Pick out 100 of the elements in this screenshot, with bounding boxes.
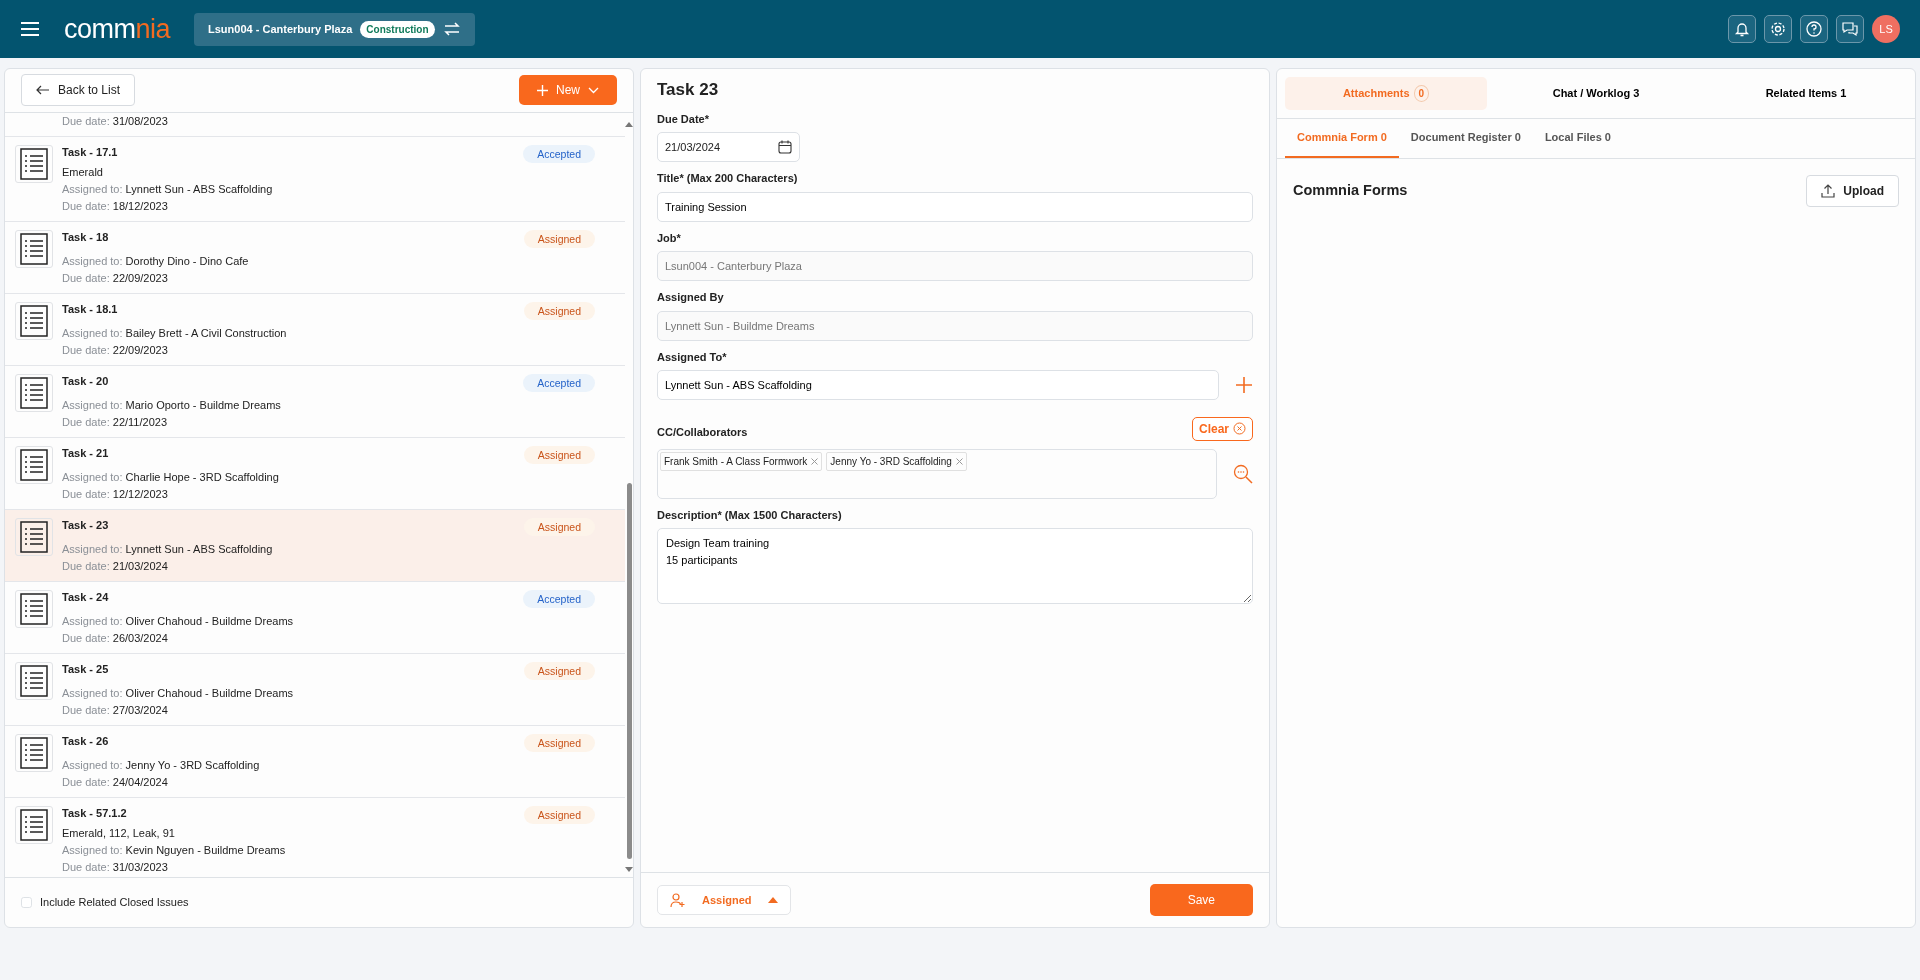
task-title: Task - 25: [62, 661, 110, 677]
task-title: Task - 17.1: [62, 144, 119, 160]
task-title: Task - 26: [62, 733, 110, 749]
assigned-to-field[interactable]: Lynnett Sun - ABS Scaffolding: [657, 370, 1219, 400]
menu-icon[interactable]: [20, 21, 40, 37]
task-item[interactable]: Task - 20 Assigned to: Mario Oporto - Buildme Dreams Due date: 22/11/2023 Accepted: [5, 365, 625, 438]
field-label: Job*: [657, 230, 682, 246]
bell-icon[interactable]: [1733, 20, 1751, 38]
task-item[interactable]: Task - 21 Assigned to: Charlie Hope - 3RD Scaffolding Due date: 12/12/2023 Assigned: [5, 437, 625, 510]
due-date: Due date: 22/09/2023: [62, 342, 169, 358]
due-date: Due date: 21/03/2024: [62, 558, 169, 574]
chat-icon[interactable]: [1841, 20, 1859, 38]
section-heading: Commnia Forms: [1293, 180, 1408, 200]
back-button[interactable]: Back to List: [21, 74, 136, 107]
status-label: Assigned: [523, 805, 595, 824]
job-tag: Construction: [360, 20, 435, 38]
status-label: Assigned: [523, 733, 595, 752]
settings-icon[interactable]: [1769, 20, 1787, 38]
due-date: Due date: 27/03/2024: [62, 702, 169, 718]
task-item[interactable]: Task - 25 Assigned to: Oliver Chahoud - Buildme Dreams Due date: 27/03/2024 Assigned: [5, 653, 625, 726]
assigned-to: Assigned to: Lynnett Sun - ABS Scaffolding: [62, 181, 274, 197]
task-title: Task - 21: [62, 445, 110, 461]
logo: commnia: [64, 15, 171, 43]
tab[interactable]: Related Items 1: [1705, 77, 1907, 110]
status-label: Accepted: [523, 373, 595, 392]
description-field[interactable]: Design Team training 15 participants: [657, 528, 1253, 604]
remove-icon[interactable]: [955, 457, 963, 465]
help-icon[interactable]: [1805, 20, 1823, 38]
subtab[interactable]: Document Register 0: [1398, 119, 1533, 158]
task-item[interactable]: Due date: 31/08/2023: [5, 112, 625, 137]
add-icon[interactable]: [1235, 376, 1253, 394]
arrow-left-icon: [36, 85, 50, 96]
assigned-to: Assigned to: Charlie Hope - 3RD Scaffolding: [62, 469, 280, 485]
task-item[interactable]: Task - 24 Assigned to: Oliver Chahoud - Buildme Dreams Due date: 26/03/2024 Accepted: [5, 581, 625, 654]
remove-icon[interactable]: [811, 457, 819, 465]
task-title: Task - 57.1.2: [62, 805, 128, 821]
document-list-icon: [20, 448, 48, 481]
document-list-icon: [20, 520, 48, 553]
chevron-down-icon: [588, 86, 599, 94]
assigned-to: Assigned to: Kevin Nguyen - Buildme Dreams: [62, 842, 287, 858]
task-item[interactable]: Task - 23 Assigned to: Lynnett Sun - ABS Scaffolding Due date: 21/03/2024 Assigned: [5, 509, 625, 582]
task-title: Task - 23: [62, 517, 110, 533]
collaborator-tag[interactable]: Jenny Yo - 3RD Scaffolding: [826, 451, 967, 471]
date-field[interactable]: 21/03/2024: [657, 132, 800, 162]
job-selector[interactable]: Lsun004 - Canterbury Plaza Construction: [194, 12, 475, 46]
document-list-icon: [20, 304, 48, 337]
assigned-to: Assigned to: Lynnett Sun - ABS Scaffolding: [62, 541, 274, 557]
task-title: Task - 24: [62, 589, 110, 605]
due-date: Due date: 31/08/2023: [62, 113, 168, 129]
due-date: Due date: 22/09/2023: [62, 270, 169, 286]
due-date: Due date: 31/03/2023: [62, 859, 169, 875]
task-item[interactable]: Task - 18 Assigned to: Dorothy Dino - Dino Cafe Due date: 22/09/2023 Assigned: [5, 221, 625, 294]
document-list-icon: [20, 664, 48, 697]
status-label: Accepted: [523, 144, 595, 163]
checkbox-label: Include Related Closed Issues: [40, 895, 189, 911]
document-list-icon: [20, 736, 48, 769]
task-item[interactable]: Task - 57.1.2 Emerald, 112, Leak, 91 Assigned to: Kevin Nguyen - Buildme Dreams Due date: 31/03/2023 Assigned: [5, 797, 625, 878]
caret-up-icon: [767, 897, 778, 903]
field-label: CC/Collaborators: [657, 425, 748, 440]
assigned-to: Assigned to: Oliver Chahoud - Buildme Dreams: [62, 613, 295, 629]
user-add-icon: [670, 892, 686, 908]
due-date: Due date: 18/12/2023: [62, 198, 169, 214]
document-list-icon: [20, 147, 48, 180]
due-date: Due date: 22/11/2023: [62, 414, 168, 430]
field-label: Assigned To*: [657, 349, 728, 365]
document-list-icon: [20, 232, 48, 265]
plus-icon: [537, 84, 548, 96]
subtab[interactable]: Local Files 0: [1532, 119, 1623, 158]
clear-circle-icon: [1233, 422, 1246, 435]
upload-button[interactable]: Upload: [1806, 174, 1899, 207]
status-label: Assigned: [523, 517, 595, 536]
assigned-to: Assigned to: Dorothy Dino - Dino Cafe: [62, 253, 250, 269]
due-date: Due date: 24/04/2024: [62, 774, 169, 790]
task-item[interactable]: Task - 17.1 Emerald Assigned to: Lynnett Sun - ABS Scaffolding Due date: 18/12/2023 Accepted: [5, 136, 625, 222]
form-heading: Task 23: [657, 79, 720, 101]
field-label: Due Date*: [657, 111, 710, 127]
collaborator-tag[interactable]: Frank Smith - A Class Formwork: [660, 451, 823, 471]
status-label: Assigned: [523, 301, 595, 320]
scroll-up-icon: [625, 120, 633, 127]
assigned-to: Assigned to: Mario Oporto - Buildme Dreams: [62, 397, 282, 413]
assigned-to: Assigned to: Oliver Chahoud - Buildme Dreams: [62, 685, 295, 701]
task-title: Task - 18.1: [62, 301, 119, 317]
assigned-to: Assigned to: Jenny Yo - 3RD Scaffolding: [62, 757, 261, 773]
task-subtitle: Emerald, 112, Leak, 91: [62, 825, 176, 841]
task-item[interactable]: Task - 18.1 Assigned to: Bailey Brett - A Civil Construction Due date: 22/09/2023 Assigned: [5, 293, 625, 366]
status-label: Accepted: [523, 589, 595, 608]
task-item[interactable]: Task - 26 Assigned to: Jenny Yo - 3RD Scaffolding Due date: 24/04/2024 Assigned: [5, 725, 625, 798]
search-icon[interactable]: [1233, 463, 1253, 484]
document-list-icon: [20, 376, 48, 409]
tab[interactable]: Chat / Worklog 3: [1495, 77, 1697, 110]
title-field[interactable]: Training Session: [657, 191, 1253, 222]
checkbox[interactable]: [21, 897, 32, 909]
due-date: Due date: 26/03/2024: [62, 630, 169, 646]
task-subtitle: Emerald: [62, 164, 104, 180]
collaborators-field[interactable]: Frank Smith - A Class Formwork Jenny Yo - 3RD Scaffolding: [657, 448, 1217, 499]
calendar-icon: [778, 140, 792, 154]
field-label: Assigned By: [657, 290, 725, 305]
document-list-icon: [20, 592, 48, 625]
scroll-down-icon: [625, 867, 633, 874]
document-list-icon: [20, 808, 48, 841]
